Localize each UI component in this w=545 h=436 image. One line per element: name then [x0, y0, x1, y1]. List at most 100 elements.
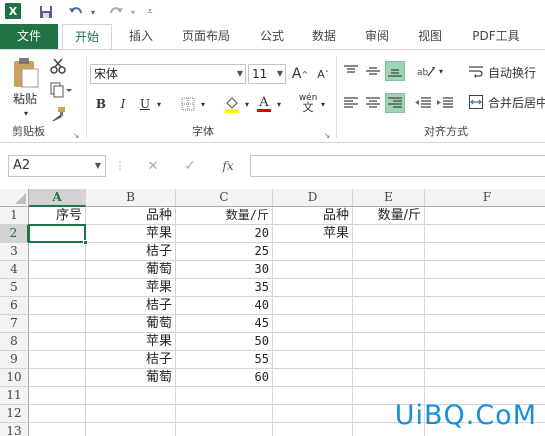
row-header-13[interactable]: 13 — [0, 423, 29, 436]
cell-b13[interactable] — [86, 423, 176, 436]
cell-f10[interactable] — [425, 369, 545, 387]
cell-c6[interactable]: 40 — [176, 297, 273, 315]
column-header-e[interactable]: E — [353, 189, 425, 207]
cell-b2[interactable]: 苹果 — [86, 225, 176, 243]
cell-b5[interactable]: 苹果 — [86, 279, 176, 297]
paste-icon[interactable] — [8, 56, 42, 90]
decrease-indent-icon[interactable] — [414, 94, 432, 112]
formula-input[interactable] — [250, 155, 545, 177]
cell-a7[interactable] — [29, 315, 86, 333]
copy-icon[interactable] — [48, 80, 74, 100]
cell-a5[interactable] — [29, 279, 86, 297]
cell-c1[interactable]: 数量/斤 — [176, 207, 273, 225]
cell-a8[interactable] — [29, 333, 86, 351]
align-center-icon[interactable] — [364, 94, 382, 112]
redo-dropdown-icon[interactable]: ▾ — [128, 2, 138, 22]
cell-e4[interactable] — [353, 261, 425, 279]
cell-c11[interactable] — [176, 387, 273, 405]
redo-icon[interactable] — [106, 2, 126, 22]
wrap-text-icon[interactable] — [468, 64, 484, 80]
cell-f3[interactable] — [425, 243, 545, 261]
cell-c2[interactable]: 20 — [176, 225, 273, 243]
align-middle-icon[interactable] — [364, 62, 382, 80]
cell-c13[interactable] — [176, 423, 273, 436]
bold-button[interactable]: B — [92, 94, 110, 114]
tab-pdf-tools[interactable]: PDF工具 — [464, 24, 528, 49]
cell-e9[interactable] — [353, 351, 425, 369]
tab-home[interactable]: 开始 — [62, 24, 112, 50]
phonetic-button[interactable]: wén 文 — [298, 92, 318, 114]
font-size-combo[interactable]: 11 ▼ — [248, 64, 286, 84]
cell-c3[interactable]: 25 — [176, 243, 273, 261]
cell-e8[interactable] — [353, 333, 425, 351]
select-all-corner[interactable] — [0, 189, 29, 207]
cell-e1[interactable]: 数量/斤 — [353, 207, 425, 225]
cell-f7[interactable] — [425, 315, 545, 333]
font-color-button[interactable]: A — [254, 94, 274, 114]
cell-d10[interactable] — [273, 369, 353, 387]
cut-icon[interactable] — [48, 56, 68, 76]
font-name-combo[interactable]: 宋体 ▼ — [90, 64, 246, 84]
save-icon[interactable] — [36, 2, 56, 22]
align-top-icon[interactable] — [342, 62, 360, 80]
cell-f9[interactable] — [425, 351, 545, 369]
cell-f5[interactable] — [425, 279, 545, 297]
borders-dropdown-icon[interactable]: ▾ — [198, 94, 208, 114]
row-header-11[interactable]: 11 — [0, 387, 29, 405]
cell-d1[interactable]: 品种 — [273, 207, 353, 225]
paste-button-label[interactable]: 粘贴 — [8, 90, 42, 106]
row-header-2[interactable]: 2 — [0, 225, 29, 243]
enter-icon[interactable]: ✓ — [180, 157, 200, 175]
column-header-a[interactable]: A — [29, 189, 86, 207]
align-bottom-icon[interactable] — [385, 61, 405, 81]
cell-d13[interactable] — [273, 423, 353, 436]
cell-d5[interactable] — [273, 279, 353, 297]
cell-c7[interactable]: 45 — [176, 315, 273, 333]
cell-d9[interactable] — [273, 351, 353, 369]
cell-f4[interactable] — [425, 261, 545, 279]
cell-e6[interactable] — [353, 297, 425, 315]
cell-f2[interactable] — [425, 225, 545, 243]
customize-qat-icon[interactable]: ⩡ — [144, 2, 156, 22]
grow-font-button[interactable]: A ^ — [290, 64, 310, 84]
cell-d12[interactable] — [273, 405, 353, 423]
drag-handle-icon[interactable]: ⋮ — [115, 157, 125, 175]
cell-e10[interactable] — [353, 369, 425, 387]
orientation-dropdown-icon[interactable]: ▾ — [436, 62, 446, 80]
tab-formulas[interactable]: 公式 — [252, 24, 292, 49]
tab-page-layout[interactable]: 页面布局 — [172, 24, 240, 49]
tab-insert[interactable]: 插入 — [118, 24, 164, 49]
cell-b1[interactable]: 品种 — [86, 207, 176, 225]
cancel-icon[interactable]: ✕ — [143, 157, 163, 175]
italic-button[interactable]: I — [114, 94, 132, 114]
column-header-d[interactable]: D — [273, 189, 353, 207]
cell-e7[interactable] — [353, 315, 425, 333]
cell-c5[interactable]: 35 — [176, 279, 273, 297]
cell-d4[interactable] — [273, 261, 353, 279]
fill-handle[interactable] — [83, 240, 88, 245]
row-header-1[interactable]: 1 — [0, 207, 29, 225]
cell-e5[interactable] — [353, 279, 425, 297]
cell-f1[interactable] — [425, 207, 545, 225]
column-header-f[interactable]: F — [425, 189, 545, 207]
cell-d3[interactable] — [273, 243, 353, 261]
underline-dropdown-icon[interactable]: ▾ — [154, 94, 164, 114]
cell-a9[interactable] — [29, 351, 86, 369]
row-header-12[interactable]: 12 — [0, 405, 29, 423]
orientation-icon[interactable]: ab — [416, 62, 436, 80]
cell-d8[interactable] — [273, 333, 353, 351]
cell-a1[interactable]: 序号 — [29, 207, 86, 225]
phonetic-dropdown-icon[interactable]: ▾ — [318, 94, 328, 114]
cell-a4[interactable] — [29, 261, 86, 279]
tab-data[interactable]: 数据 — [304, 24, 344, 49]
cell-a2[interactable] — [29, 225, 86, 243]
align-right-icon[interactable] — [385, 93, 405, 113]
cell-a12[interactable] — [29, 405, 86, 423]
merge-center-button[interactable]: 合并后居中 — [488, 94, 545, 110]
align-left-icon[interactable] — [342, 94, 360, 112]
cell-f8[interactable] — [425, 333, 545, 351]
name-box[interactable]: A2 ▼ — [8, 155, 106, 177]
cell-a6[interactable] — [29, 297, 86, 315]
cell-b7[interactable]: 葡萄 — [86, 315, 176, 333]
tab-file[interactable]: 文件 — [0, 24, 58, 49]
